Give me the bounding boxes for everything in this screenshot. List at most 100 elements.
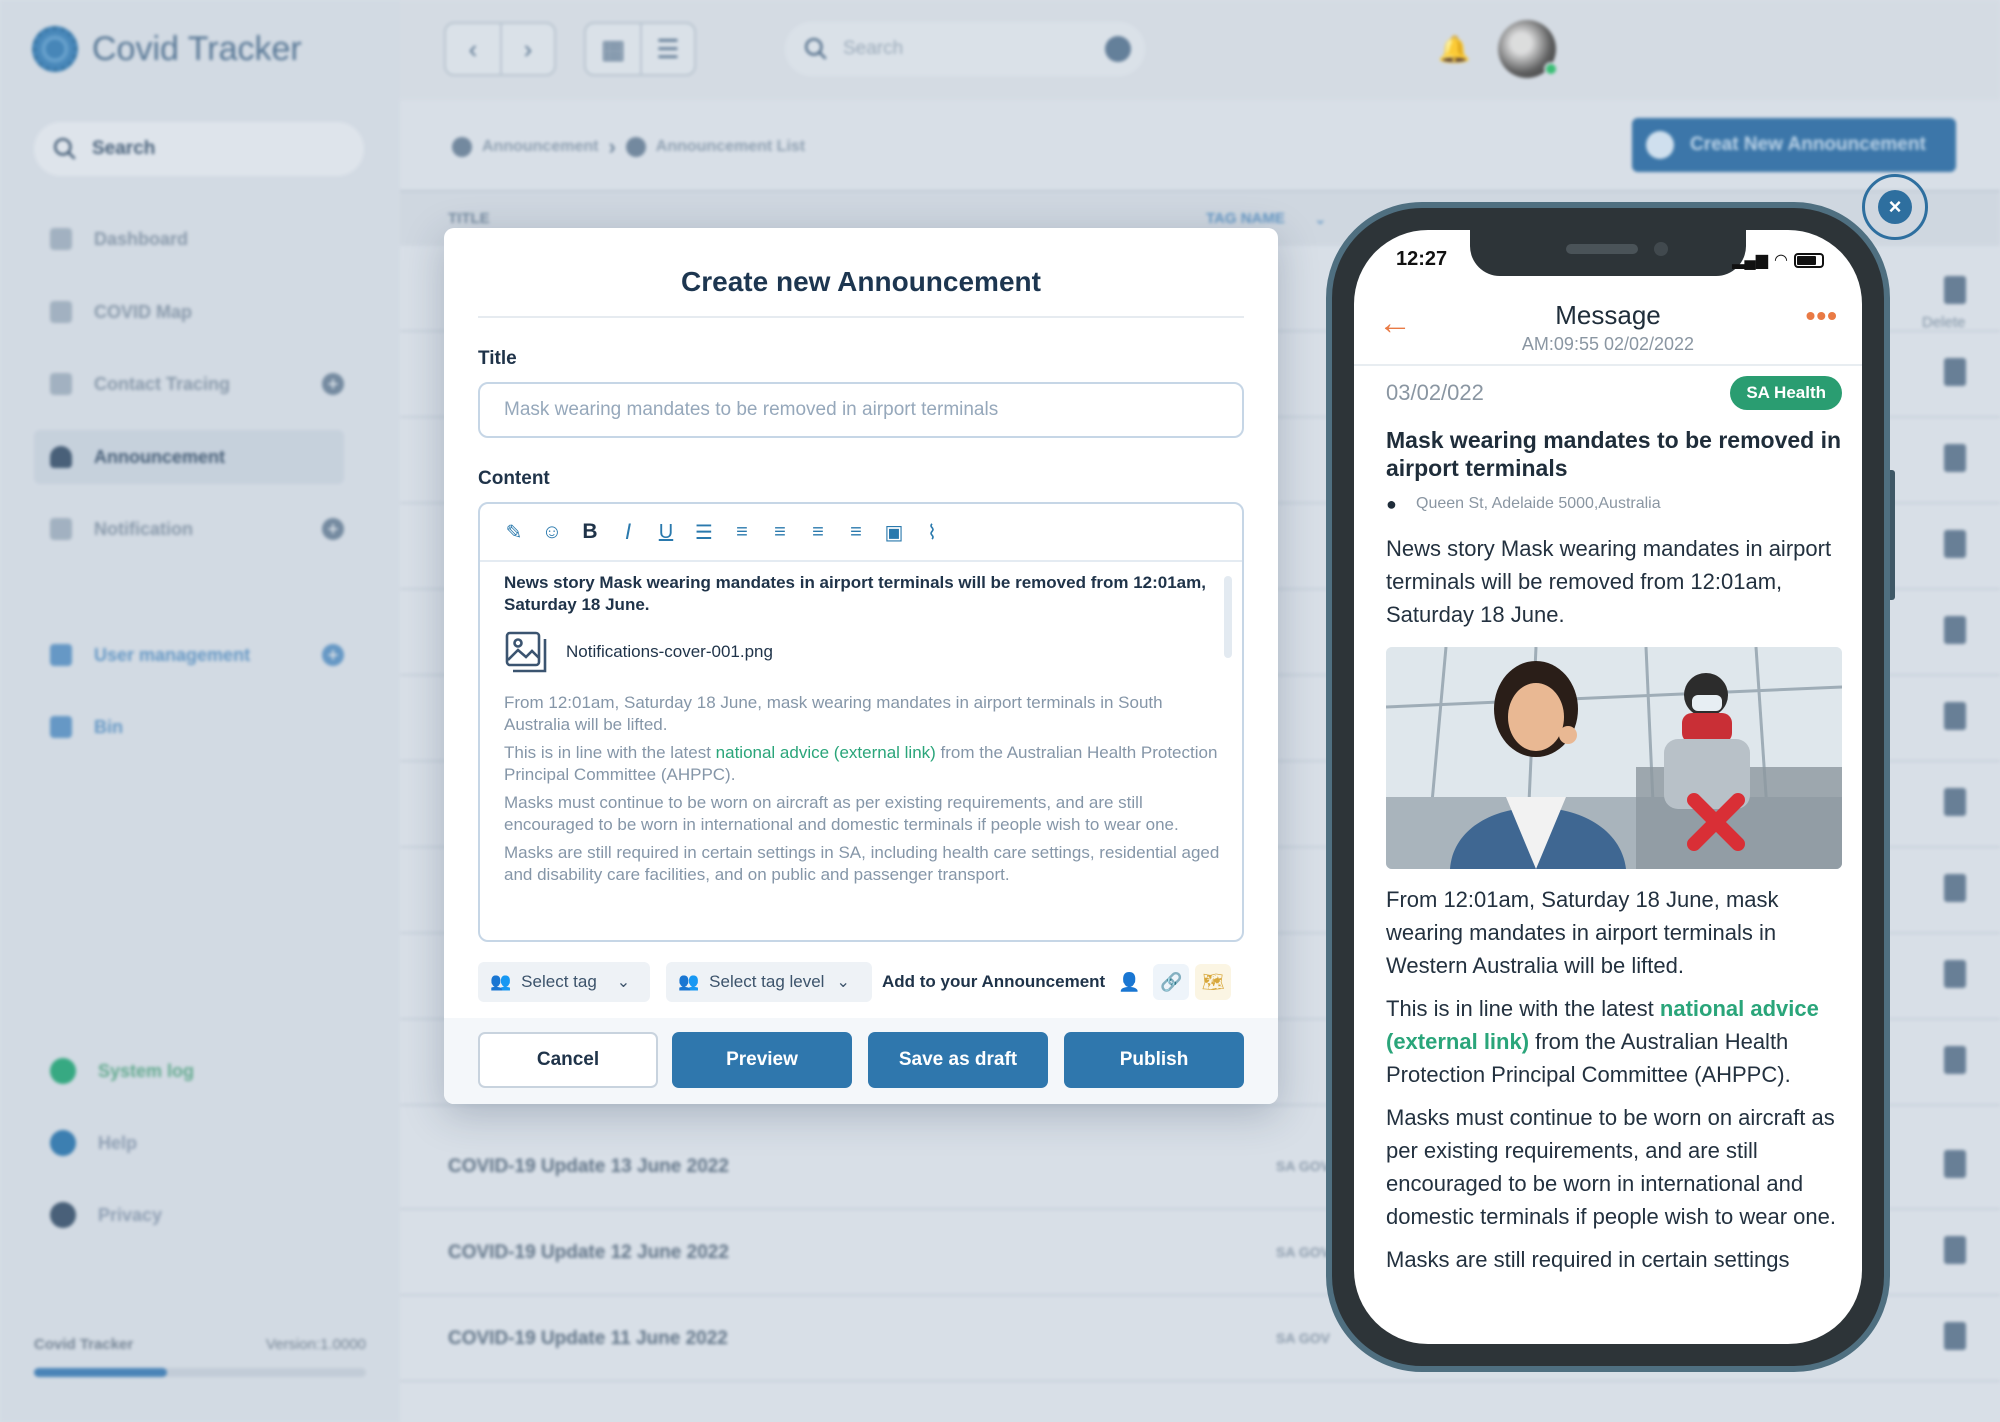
select-tag-level-dropdown[interactable]: 👥 Select tag level ⌄ (666, 962, 872, 1002)
breadcrumb-parent[interactable]: Announcement (482, 138, 598, 156)
pen-icon[interactable]: ✎ (502, 519, 526, 545)
sidebar-search[interactable]: Search (34, 122, 364, 176)
trash-icon[interactable] (1944, 616, 1966, 644)
sidebar-item-contact-tracing[interactable]: Contact Tracing + (34, 357, 344, 411)
tag-badge: SA Health (1730, 376, 1842, 410)
link-icon[interactable]: 🔗 (1153, 964, 1190, 1000)
phone-preview: 12:27 ▂▄▆ ◠ ← Message AM:09:55 02/02/202… (1326, 202, 1890, 1372)
align-center-icon[interactable]: ≡ (768, 519, 792, 545)
row-tag: SA GOV (1276, 1244, 1330, 1260)
trash-icon[interactable] (1944, 1150, 1966, 1178)
trash-icon[interactable] (1944, 1046, 1966, 1074)
cancel-button[interactable]: Cancel (478, 1032, 658, 1088)
users-icon: 👥 (678, 972, 700, 991)
trash-icon[interactable] (1944, 358, 1966, 386)
editor-toolbar: ✎ ☺ B I U ☰ ≡ ≡ ≡ ≡ ▣ ⌇ (480, 504, 1242, 562)
image-file-icon (505, 631, 547, 673)
privacy-icon (50, 1202, 76, 1228)
sidebar-item-privacy[interactable]: Privacy (34, 1188, 344, 1242)
trash-icon[interactable] (1944, 530, 1966, 558)
editor-body[interactable]: News story Mask wearing mandates in airp… (504, 572, 1220, 892)
content-attachment[interactable]: Notifications-cover-001.png (504, 630, 1220, 674)
italic-icon[interactable]: I (616, 519, 640, 545)
chevron-down-icon: ⌄ (616, 974, 631, 991)
app-logo: Covid Tracker (32, 26, 302, 72)
person-icon[interactable]: 👤 (1111, 964, 1147, 1000)
sidebar-item-dashboard[interactable]: Dashboard (34, 212, 344, 266)
message-paragraph: Masks are still required in certain sett… (1386, 1247, 1790, 1272)
save-draft-button[interactable]: Save as draft (868, 1032, 1048, 1088)
phone-screen: 12:27 ▂▄▆ ◠ ← Message AM:09:55 02/02/202… (1354, 230, 1862, 1344)
sort-chevron-icon[interactable]: ⌄ (1314, 210, 1327, 228)
bullet-list-icon[interactable]: ☰ (692, 519, 716, 545)
align-left-icon[interactable]: ≡ (730, 519, 754, 545)
content-text: This is in line with the latest (504, 743, 716, 762)
notification-bell-icon[interactable]: 🔔 (1438, 34, 1470, 64)
tag-row: 👥 Select tag ⌄ 👥 Select tag level ⌄ Add … (478, 962, 1244, 1002)
list-view-icon[interactable]: ☰ (640, 24, 694, 74)
map-icon[interactable]: 🗺 (1195, 964, 1232, 1000)
publish-button[interactable]: Publish (1064, 1032, 1244, 1088)
message-body: 03/02/022 SA Health Mask wearing mandate… (1386, 376, 1842, 1286)
align-right-icon[interactable]: ≡ (806, 519, 830, 545)
bold-icon[interactable]: B (578, 519, 602, 545)
trash-icon[interactable] (1944, 960, 1966, 988)
bell-icon (50, 446, 72, 468)
more-options-icon[interactable]: ••• (1806, 300, 1838, 332)
justify-icon[interactable]: ≡ (844, 519, 868, 545)
content-paragraph: From 12:01am, Saturday 18 June, mask wea… (504, 693, 1163, 734)
trash-icon[interactable] (1944, 702, 1966, 730)
sidebar-item-user-management[interactable]: User management + (34, 628, 344, 682)
search-icon (53, 137, 76, 160)
sidebar-item-system-log[interactable]: System log (34, 1044, 344, 1098)
sidebar-item-label: User management (94, 644, 251, 665)
trash-icon[interactable] (1944, 444, 1966, 472)
grid-view-icon[interactable]: ▦ (586, 24, 640, 74)
emoji-icon[interactable]: ☺ (540, 519, 564, 545)
trash-icon[interactable] (1944, 788, 1966, 816)
national-advice-link[interactable]: national advice (external link) (716, 743, 936, 762)
editor-scrollbar[interactable] (1224, 576, 1232, 658)
modal-title: Create new Announcement (681, 266, 1041, 297)
row-tag: SA GOV (1276, 1158, 1330, 1174)
trash-icon[interactable] (1944, 874, 1966, 902)
title-input[interactable] (478, 382, 1244, 438)
back-chevron-icon[interactable]: ‹ (446, 24, 500, 74)
row-tag: SA GOV (1276, 1330, 1330, 1346)
sidebar-item-notification[interactable]: Notification + (34, 502, 344, 556)
content-editor[interactable]: ✎ ☺ B I U ☰ ≡ ≡ ≡ ≡ ▣ ⌇ News story Mask … (478, 502, 1244, 942)
close-icon: × (1878, 190, 1912, 224)
breadcrumb: Announcement › Announcement List (452, 134, 805, 160)
insert-image-icon[interactable]: ▣ (882, 519, 906, 545)
phone-notch (1470, 230, 1746, 276)
sidebar-item-label: Dashboard (94, 228, 189, 249)
column-tag-name[interactable]: TAG NAME (1206, 210, 1285, 227)
sidebar-item-help[interactable]: Help (34, 1116, 344, 1170)
topbar-search[interactable]: Search (785, 22, 1145, 76)
sidebar-item-covid-map[interactable]: COVID Map (34, 285, 344, 339)
trash-icon[interactable] (1944, 1236, 1966, 1264)
select-tag-dropdown[interactable]: 👥 Select tag ⌄ (478, 962, 650, 1002)
create-announcement-button[interactable]: Creat New Announcement (1632, 118, 1956, 172)
select-tag-level-label: Select tag level (709, 972, 825, 991)
sidebar-item-announcement[interactable]: Announcement (34, 430, 344, 484)
expand-plus-icon[interactable]: + (322, 518, 344, 540)
users-icon: 👥 (490, 972, 512, 991)
preview-button[interactable]: Preview (672, 1032, 852, 1088)
trash-icon[interactable] (1944, 276, 1966, 304)
airport-masks-illustration (1386, 647, 1842, 869)
modal-divider (478, 316, 1244, 318)
attachment-icon[interactable]: ⌇ (920, 519, 944, 545)
location-text: Queen St, Adelaide 5000,Australia (1416, 495, 1661, 512)
close-preview-button[interactable]: × (1862, 174, 1928, 240)
search-check-icon[interactable] (1105, 36, 1131, 62)
trash-icon[interactable] (1944, 1322, 1966, 1350)
expand-plus-icon[interactable]: + (322, 644, 344, 666)
version-app-label: Covid Tracker (34, 1336, 134, 1353)
virus-logo-icon (32, 26, 78, 72)
content-label: Content (478, 468, 550, 489)
expand-plus-icon[interactable]: + (322, 373, 344, 395)
underline-icon[interactable]: U (654, 519, 678, 545)
sidebar-item-bin[interactable]: Bin (34, 700, 344, 754)
forward-chevron-icon[interactable]: › (500, 24, 554, 74)
